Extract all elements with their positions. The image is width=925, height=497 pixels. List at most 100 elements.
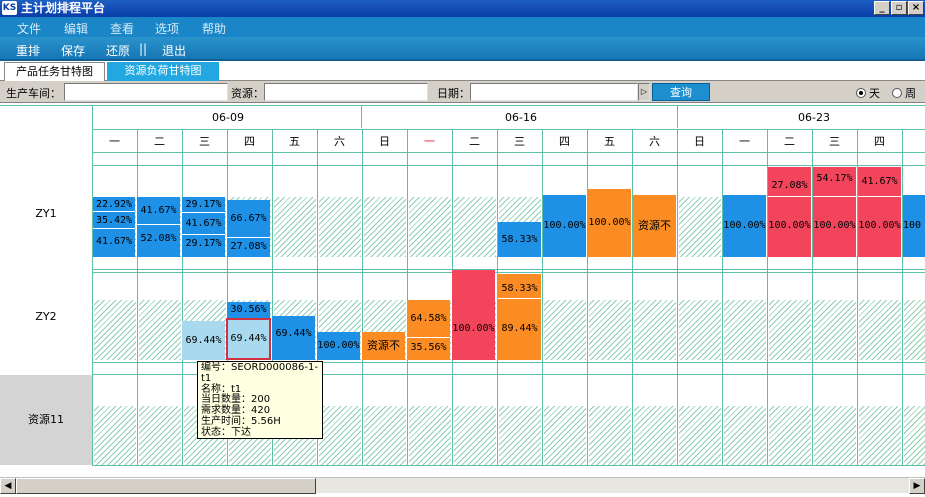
- idle-capacity-hatch: [499, 406, 541, 465]
- date-dropdown-icon[interactable]: ▷: [638, 83, 650, 101]
- week-radio-label: 周: [905, 87, 916, 100]
- save-button[interactable]: 保存: [61, 42, 85, 59]
- scroll-right-icon[interactable]: ▶: [909, 478, 925, 494]
- load-block[interactable]: 54.17% 100.00%: [813, 167, 856, 257]
- load-value: 100.00%: [768, 220, 811, 231]
- idle-capacity-hatch: [589, 300, 631, 360]
- day-header-cell: 日: [379, 135, 390, 148]
- load-block[interactable]: 64.58% 35.56%: [407, 300, 450, 360]
- grid-row-line: [92, 152, 925, 153]
- load-block[interactable]: 41.67% 100.00%: [858, 167, 901, 257]
- day-header-cell: 三: [199, 135, 210, 148]
- load-block[interactable]: 41.67% 52.08%: [137, 197, 180, 257]
- idle-capacity-hatch: [724, 300, 766, 360]
- load-block[interactable]: 100.00%: [588, 189, 631, 257]
- toolbar-separator: ||: [139, 42, 148, 56]
- restore-button[interactable]: 还原: [106, 42, 130, 59]
- reschedule-button[interactable]: 重排: [16, 42, 40, 59]
- load-value: 58.33%: [498, 274, 541, 299]
- load-block[interactable]: 100.00%: [452, 270, 495, 360]
- grid-column-line: [92, 129, 93, 465]
- load-block[interactable]: 58.33% 89.44%: [498, 274, 541, 360]
- menu-file[interactable]: 文件: [17, 20, 41, 37]
- load-block[interactable]: 100: [903, 195, 925, 257]
- horizontal-scrollbar[interactable]: ◀ ▶: [0, 477, 925, 494]
- tab-bar: 产品任务甘特图 资源负荷甘特图: [0, 61, 925, 81]
- grid-column-line: [722, 129, 723, 465]
- idle-capacity-hatch: [859, 300, 901, 360]
- idle-capacity-hatch: [139, 300, 181, 360]
- maximize-button[interactable]: ▫: [891, 1, 907, 15]
- grid-row-line: [92, 129, 925, 130]
- tab-product-gantt[interactable]: 产品任务甘特图: [4, 62, 105, 81]
- load-block[interactable]: 27.08% 100.00%: [768, 167, 811, 257]
- load-value: 41.67%: [858, 167, 901, 197]
- menu-view[interactable]: 查看: [110, 20, 134, 37]
- load-block[interactable]: 资源不: [362, 332, 405, 360]
- day-header-cell: 二: [469, 135, 480, 148]
- idle-capacity-hatch: [364, 406, 406, 465]
- exit-button[interactable]: 退出: [162, 42, 186, 59]
- load-block[interactable]: 69.44%: [272, 316, 315, 360]
- gantt-header-top-rule: [0, 105, 925, 106]
- menu-options[interactable]: 选项: [155, 20, 179, 37]
- load-value: 100.00%: [813, 220, 856, 231]
- idle-capacity-hatch: [454, 406, 496, 465]
- day-header-cell: 六: [649, 135, 660, 148]
- workshop-input[interactable]: [64, 83, 228, 101]
- load-block[interactable]: 100.00%: [317, 332, 360, 360]
- idle-capacity-hatch: [589, 406, 631, 465]
- day-header-cell: 二: [154, 135, 165, 148]
- idle-capacity-hatch: [859, 406, 901, 465]
- row-label-zy2: ZY2: [35, 310, 57, 323]
- minimize-button[interactable]: _: [874, 1, 890, 15]
- load-block[interactable]: 100.00%: [543, 195, 586, 257]
- resource-gantt-chart: 06-09 06-16 06-23 一 二 三 四 五 六 日 一 二 三 四 五 六 日 一 二 三 四 ZY1…: [0, 103, 925, 477]
- load-block[interactable]: 22.92% 35.42% 41.67%: [93, 197, 135, 257]
- week-divider: [361, 106, 362, 128]
- idle-capacity-hatch: [634, 300, 676, 360]
- idle-capacity-hatch: [319, 406, 361, 465]
- load-block[interactable]: 66.67% 27.08%: [227, 200, 270, 257]
- load-block[interactable]: 58.33%: [498, 222, 541, 257]
- load-block[interactable]: 资源不: [633, 195, 676, 257]
- load-value: 66.67%: [227, 200, 270, 238]
- idle-capacity-hatch: [679, 406, 721, 465]
- load-value: 41.67%: [182, 213, 225, 235]
- query-button[interactable]: 查询: [652, 83, 710, 101]
- idle-capacity-hatch: [814, 406, 856, 465]
- menu-edit[interactable]: 编辑: [64, 20, 88, 37]
- load-block[interactable]: 69.44%: [182, 321, 225, 360]
- tab-resource-gantt[interactable]: 资源负荷甘特图: [107, 62, 219, 81]
- idle-capacity-hatch: [814, 300, 856, 360]
- load-value: 22.92%: [93, 197, 135, 212]
- idle-capacity-hatch: [769, 300, 811, 360]
- week-radio[interactable]: [892, 88, 902, 98]
- idle-capacity-hatch: [904, 406, 925, 465]
- menu-help[interactable]: 帮助: [202, 20, 226, 37]
- close-button[interactable]: ×: [908, 1, 924, 15]
- day-radio[interactable]: [856, 88, 866, 98]
- load-block[interactable]: 30.56%: [227, 302, 270, 318]
- idle-capacity-hatch: [364, 197, 406, 257]
- week-label-0616: 06-16: [505, 111, 537, 124]
- scrollbar-thumb[interactable]: [16, 478, 316, 494]
- resource-label: 资源：: [231, 87, 264, 100]
- grid-column-line: [587, 129, 588, 465]
- grid-column-line: [902, 129, 903, 465]
- grid-row-line: [92, 272, 925, 273]
- date-input[interactable]: [470, 83, 638, 101]
- day-header-cell: 六: [334, 135, 345, 148]
- day-header-cell: 一: [424, 135, 435, 148]
- grid-row-line: [92, 465, 925, 466]
- idle-capacity-hatch: [94, 406, 136, 465]
- day-header-cell: 一: [109, 135, 120, 148]
- scroll-left-icon[interactable]: ◀: [0, 478, 16, 494]
- row-label-zy1: ZY1: [35, 207, 57, 220]
- load-block[interactable]: 100.00%: [723, 195, 766, 257]
- idle-capacity-hatch: [94, 300, 136, 360]
- day-header-cell: 五: [604, 135, 615, 148]
- load-block-selected[interactable]: 69.44%: [226, 318, 271, 360]
- load-block[interactable]: 29.17% 41.67% 29.17%: [182, 197, 225, 257]
- resource-input[interactable]: [264, 83, 428, 101]
